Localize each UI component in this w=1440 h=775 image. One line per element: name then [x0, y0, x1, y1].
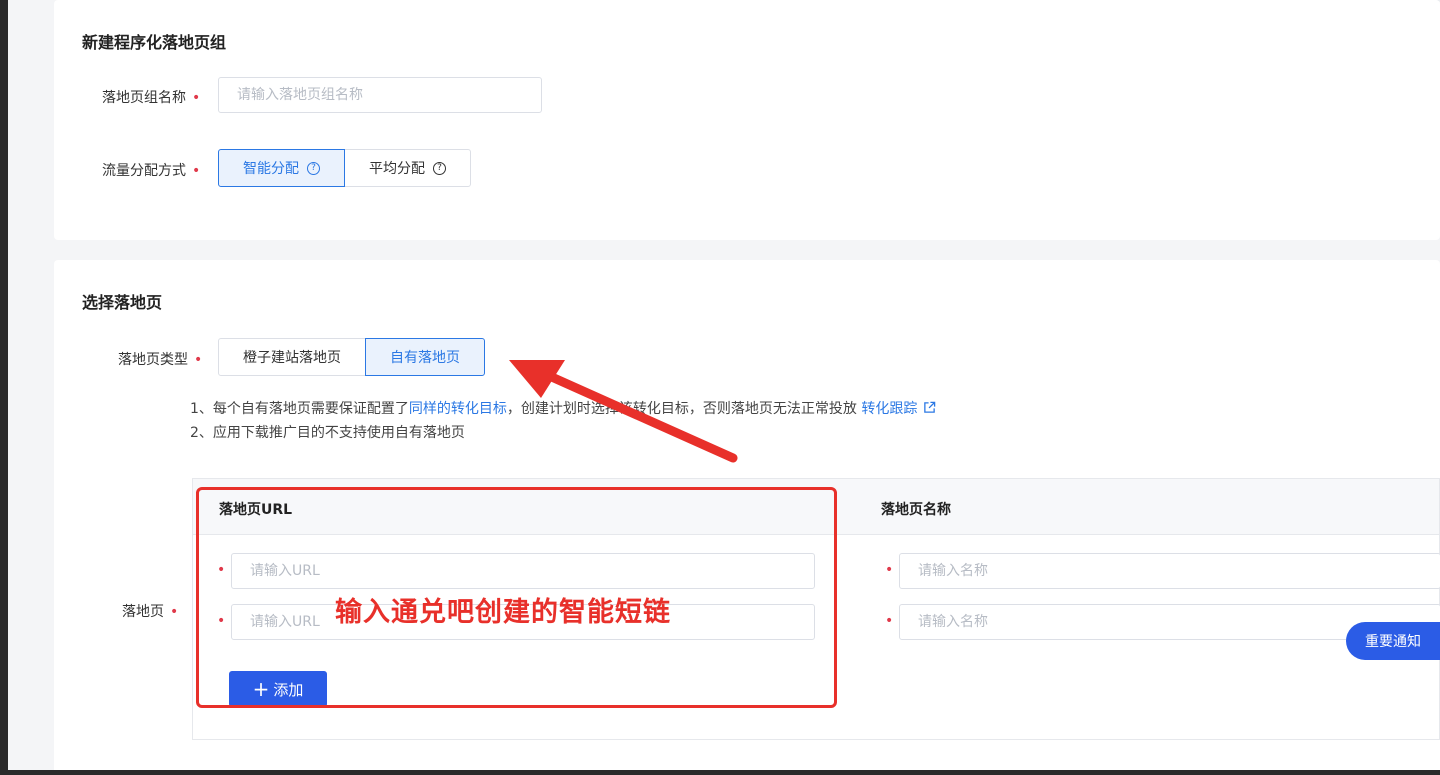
type-option-chengzi[interactable]: 橙子建站落地页 — [218, 338, 366, 376]
conversion-tracking-link[interactable]: 转化跟踪 — [861, 401, 936, 417]
add-row-button[interactable]: + 添加 — [229, 671, 327, 707]
annotation-text: 输入通兑吧创建的智能短链 — [335, 597, 671, 628]
traffic-mode-segment: 智能分配 ? 平均分配 ? — [218, 149, 471, 187]
required-marker: • — [217, 613, 226, 629]
traffic-option-smart[interactable]: 智能分配 ? — [218, 149, 345, 187]
type-option-own[interactable]: 自有落地页 — [365, 338, 485, 376]
traffic-option-average[interactable]: 平均分配 ? — [344, 149, 471, 187]
help-icon: ? — [307, 161, 320, 175]
group-name-label: 落地页组名称 • — [102, 90, 201, 106]
column-url-header: 落地页URL — [219, 502, 293, 518]
required-marker: • — [885, 562, 894, 578]
group-name-input[interactable] — [218, 77, 542, 113]
window-left-edge — [0, 0, 8, 775]
landing-page-label: 落地页 • — [122, 604, 179, 620]
landing-type-segment: 橙子建站落地页 自有落地页 — [218, 338, 485, 376]
landing-table-header: 落地页URL 落地页名称 — [193, 479, 1439, 535]
help-icon: ? — [433, 161, 446, 175]
required-marker: • — [217, 562, 226, 578]
plus-icon: + — [252, 677, 270, 701]
url-input-1[interactable] — [231, 553, 815, 589]
required-marker: • — [170, 604, 179, 620]
select-section-title: 选择落地页 — [82, 293, 163, 312]
external-link-icon — [924, 401, 936, 413]
name-input-1[interactable] — [899, 553, 1440, 589]
required-marker: • — [885, 613, 894, 629]
required-marker: • — [192, 163, 201, 179]
select-landing-card: 选择落地页 落地页类型 • 橙子建站落地页 自有落地页 1、每个自有落地页需要保证… — [54, 260, 1440, 775]
window-bottom-edge — [0, 770, 1440, 775]
annotation-arrow-icon — [509, 360, 738, 463]
column-name-header: 落地页名称 — [881, 502, 951, 518]
traffic-mode-label: 流量分配方式 • — [102, 163, 201, 179]
note-line-2: 2、应用下载推广目的不支持使用自有落地页 — [190, 425, 465, 441]
landing-type-label: 落地页类型 • — [118, 352, 203, 368]
group-section-title: 新建程序化落地页组 — [82, 33, 227, 52]
important-notice-button[interactable]: 重要通知 — [1346, 622, 1440, 660]
required-marker: • — [192, 90, 201, 106]
conversion-goal-link[interactable]: 同样的转化目标 — [409, 401, 507, 417]
group-settings-card: 新建程序化落地页组 落地页组名称• 流量分配方式• 智能分配 ? 平均分配 ? — [54, 0, 1440, 240]
required-marker: • — [194, 352, 203, 368]
